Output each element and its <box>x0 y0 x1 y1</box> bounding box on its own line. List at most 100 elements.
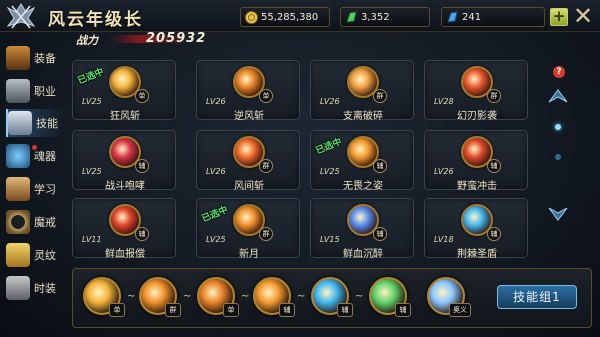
combo-link: ~ <box>127 291 136 302</box>
slot-type-badge: 奥义 <box>449 303 471 317</box>
skill-level: LV25 <box>82 97 102 106</box>
skill-level: LV28 <box>434 97 454 106</box>
skill-card[interactable]: LV26 群支离破碎 <box>310 60 414 122</box>
skill-type-badge: 单 <box>259 89 273 103</box>
skill-card[interactable]: LV25 辅战斗咆哮 <box>72 130 176 192</box>
sidebar-item-magic-ring[interactable]: 魔戒 <box>6 208 64 236</box>
resource-coins: 55,285,380 <box>240 7 330 27</box>
skill-card[interactable]: LV25 辅无畏之姿 已选中 <box>310 130 414 192</box>
close-button[interactable]: ✕ <box>570 2 596 30</box>
skill-grid: LV25 单狂风斩 已选中 LV26 单逆风斩 LV26 群支离破碎 LV28 群幻刃影袭 LV2… <box>72 52 542 262</box>
sidebar-item-soul-artifact[interactable]: 魂器 <box>6 142 64 170</box>
skill-type-badge: 群 <box>259 159 273 173</box>
skill-type-badge: 群 <box>487 89 501 103</box>
sidebar-item-spirit-rune[interactable]: 灵纹 <box>6 241 64 269</box>
ring-icon <box>6 210 30 234</box>
sidebar-item-study[interactable]: 学习 <box>6 175 64 203</box>
green-gem-amount: 3,352 <box>361 11 390 23</box>
sidebar-item-label: 灵纹 <box>34 249 56 262</box>
sidebar-item-label: 职业 <box>34 85 56 98</box>
skill-card[interactable]: LV11 辅鲜血报偿 <box>72 198 176 260</box>
page-up-icon[interactable] <box>548 88 568 104</box>
sidebar-item-label: 时装 <box>34 282 56 295</box>
skill-group-button[interactable]: 技能组1 <box>497 285 577 309</box>
game-window: 风云年级长 55,285,380 3,352 241 + ✕ 战力 205932… <box>0 0 600 337</box>
add-currency-button[interactable]: + <box>550 8 568 26</box>
slot-type-badge: 辅 <box>337 303 353 317</box>
sidebar: 装备 职业 技能 魂器 学习 魔戒 灵纹 时装 <box>0 44 64 337</box>
skill-card[interactable]: LV15 辅鲜血沉醉 <box>310 198 414 260</box>
sidebar-item-label: 装备 <box>34 52 56 65</box>
selected-stamp: 已选中 <box>200 205 230 225</box>
sidebar-item-label: 魔戒 <box>34 216 56 229</box>
page-navigator: ? <box>546 60 570 230</box>
top-bar: 风云年级长 55,285,380 3,352 241 + ✕ <box>0 0 600 32</box>
resource-blue-gems: 241 <box>441 7 545 27</box>
sidebar-item-class[interactable]: 职业 <box>6 77 64 105</box>
skill-card[interactable]: LV26 辅野蛮冲击 <box>424 130 528 192</box>
combo-link: ~ <box>297 291 306 302</box>
page-down-icon[interactable] <box>548 206 568 222</box>
skill-name: 鲜血报偿 <box>105 249 145 260</box>
blue-gem-amount: 241 <box>462 11 482 23</box>
skill-type-badge: 辅 <box>135 227 149 241</box>
sidebar-item-equipment[interactable]: 装备 <box>6 44 64 72</box>
skill-card[interactable]: LV25 单狂风斩 已选中 <box>72 60 176 122</box>
power-label: 战力 <box>76 34 98 47</box>
skill-type-badge: 辅 <box>373 159 387 173</box>
skill-level: LV25 <box>206 235 226 244</box>
rune-icon <box>6 243 30 267</box>
skill-name: 荆棘圣盾 <box>457 249 497 260</box>
equipped-skill-bar: 技能组1 单 群 单 辅 辅 辅 奥义 ~ ~ ~ ~ ~ <box>72 268 592 328</box>
skill-card[interactable]: LV18 辅荆棘圣盾 <box>424 198 528 260</box>
skill-level: LV26 <box>206 97 226 106</box>
class-emblem-icon <box>6 79 30 103</box>
skill-level: LV15 <box>320 235 340 244</box>
sidebar-item-skills[interactable]: 技能 <box>6 109 64 137</box>
skill-level: LV25 <box>320 167 340 176</box>
skill-card[interactable]: LV25 群新月 已选中 <box>196 198 300 260</box>
sidebar-item-label: 学习 <box>34 183 56 196</box>
skill-type-badge: 单 <box>135 89 149 103</box>
skill-card[interactable]: LV26 群风间斩 <box>196 130 300 192</box>
skill-level: LV26 <box>434 167 454 176</box>
sidebar-item-fashion[interactable]: 时装 <box>6 274 64 302</box>
skill-name: 风间斩 <box>234 181 264 192</box>
skill-type-badge: 辅 <box>487 159 501 173</box>
combo-link: ~ <box>241 291 250 302</box>
notification-dot <box>32 145 37 150</box>
skill-card[interactable]: LV26 单逆风斩 <box>196 60 300 122</box>
slot-type-badge: 辅 <box>279 303 295 317</box>
skill-name: 新月 <box>239 249 259 260</box>
page-title: 风云年级长 <box>48 10 143 30</box>
skill-card[interactable]: LV28 群幻刃影袭 <box>424 60 528 122</box>
skill-level: LV26 <box>320 97 340 106</box>
page-indicator[interactable] <box>555 124 561 130</box>
skill-level: LV11 <box>82 235 102 244</box>
help-button[interactable]: ? <box>553 66 565 78</box>
skill-name: 战斗咆哮 <box>105 181 145 192</box>
skill-name: 鲜血沉醉 <box>343 249 383 260</box>
combo-link: ~ <box>183 291 192 302</box>
skill-level: LV26 <box>206 167 226 176</box>
sidebar-item-label: 技能 <box>36 117 58 130</box>
sidebar-item-label: 魂器 <box>34 150 56 163</box>
soul-orb-icon <box>6 144 30 168</box>
selected-stamp: 已选中 <box>76 67 106 87</box>
page-indicator[interactable] <box>555 154 561 160</box>
armor-icon <box>6 46 30 70</box>
skill-name: 逆风斩 <box>234 111 264 122</box>
slot-type-badge: 单 <box>109 303 125 317</box>
skill-level: LV18 <box>434 235 454 244</box>
resource-green-gems: 3,352 <box>340 7 430 27</box>
skill-type-badge: 群 <box>373 89 387 103</box>
costume-icon <box>6 276 30 300</box>
skill-name: 幻刃影袭 <box>457 111 497 122</box>
green-gem-icon <box>346 11 357 23</box>
chest-icon <box>6 177 30 201</box>
crossed-swords-logo-icon <box>6 3 36 29</box>
slot-type-badge: 群 <box>165 303 181 317</box>
skill-type-badge: 辅 <box>487 227 501 241</box>
selected-stamp: 已选中 <box>314 137 344 157</box>
skill-level: LV25 <box>82 167 102 176</box>
